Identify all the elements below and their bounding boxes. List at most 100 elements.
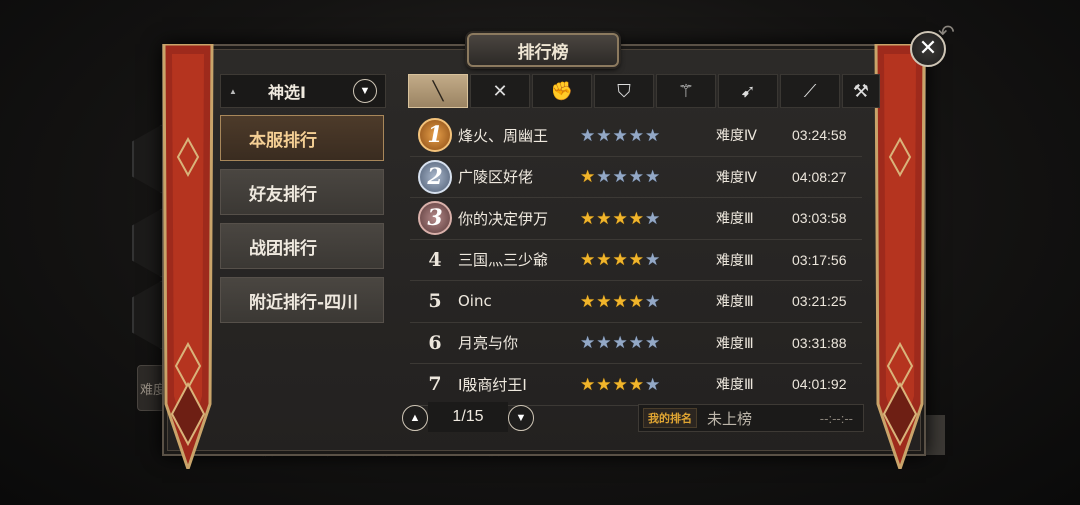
dual-swords-icon: ✕ — [492, 80, 508, 101]
star-rating: ★ ★ ★ ★ ★ — [580, 168, 660, 185]
clear-time: 04:08:27 — [792, 168, 847, 185]
gold-star-icon: ★ — [596, 374, 612, 394]
ranking-row[interactable]: 7 I殷商纣王I ★ ★ ★ ★ ★ 难度Ⅲ 04:01:92 — [410, 364, 862, 406]
star-rating: ★ ★ ★ ★ ★ — [580, 334, 660, 351]
gold-star-icon: ★ — [612, 250, 628, 270]
silver-star-icon: ★ — [612, 167, 628, 187]
rank-number: 6 — [428, 331, 442, 354]
category-label: 好友排行 — [249, 184, 317, 205]
player-name: I殷商纣王I — [458, 375, 527, 394]
rank-number: 7 — [428, 373, 442, 396]
gold-star-icon: ★ — [580, 208, 596, 228]
tab-axe[interactable]: ⚒ — [842, 74, 880, 108]
player-name: 广陵区好佬 — [458, 168, 534, 187]
server-selector-label: 神选Ⅰ — [268, 83, 306, 102]
ranking-row[interactable]: 1 烽火、周幽王 ★ ★ ★ ★ ★ 难度Ⅳ 03:24:58 — [410, 115, 862, 157]
ranking-row[interactable]: 3 你的决定伊万 ★ ★ ★ ★ ★ 难度Ⅲ 03:03:58 — [410, 198, 862, 240]
gold-star-icon: ★ — [596, 250, 612, 270]
difficulty-label: 难度Ⅳ — [716, 169, 757, 186]
rank-number: 4 — [428, 248, 442, 271]
close-button[interactable]: ✕ — [910, 31, 946, 67]
staff-icon: ⚚ — [677, 80, 695, 101]
silver-star-icon: ★ — [596, 167, 612, 187]
panel-title: 排行榜 — [467, 33, 619, 67]
gold-star-icon: ★ — [580, 291, 596, 311]
clear-time: 03:17:56 — [792, 251, 847, 268]
star-rating: ★ ★ ★ ★ ★ — [580, 376, 660, 393]
tab-sword[interactable]: ╲ — [408, 74, 468, 108]
clear-time: 03:03:58 — [792, 210, 847, 227]
ranking-row[interactable]: 5 Oinc ★ ★ ★ ★ ★ 难度Ⅲ 03:21:25 — [410, 281, 862, 323]
close-icon: ✕ — [918, 35, 938, 60]
tab-staff[interactable]: ⚚ — [656, 74, 716, 108]
gold-star-icon: ★ — [580, 167, 596, 187]
clear-time: 04:01:92 — [792, 376, 847, 393]
silver-star-icon: ★ — [628, 125, 644, 145]
silver-star-icon: ★ — [596, 125, 612, 145]
tab-dual-swords[interactable]: ✕ — [470, 74, 530, 108]
difficulty-label: 难度Ⅲ — [716, 211, 754, 228]
ranking-row[interactable]: 6 月亮与你 ★ ★ ★ ★ ★ 难度Ⅲ 03:31:88 — [410, 323, 862, 364]
silver-star-icon: ★ — [628, 167, 644, 187]
ranking-row[interactable]: 4 三国灬三少爺 ★ ★ ★ ★ ★ 难度Ⅲ 03:17:56 — [410, 240, 862, 281]
gold-star-icon: ★ — [580, 374, 596, 394]
chevron-down-icon[interactable]: ▼ — [353, 79, 377, 103]
background-right-box — [925, 415, 945, 455]
gauntlet-icon: ✊ — [550, 80, 574, 101]
page-up-button[interactable]: ▲ — [402, 405, 428, 431]
tab-gauntlet[interactable]: ✊ — [532, 74, 592, 108]
tab-blade[interactable]: ⟋ — [780, 74, 840, 108]
gold-star-icon: ★ — [628, 291, 644, 311]
difficulty-label: 难度Ⅲ — [716, 252, 754, 269]
star-rating: ★ ★ ★ ★ ★ — [580, 210, 660, 227]
category-label: 战团排行 — [249, 238, 317, 259]
gold-star-icon: ★ — [596, 208, 612, 228]
category-guild-ranking[interactable]: 战团排行 — [220, 223, 384, 269]
server-selector[interactable]: ▲ 神选Ⅰ ▼ — [220, 74, 386, 108]
gold-star-icon: ★ — [580, 250, 596, 270]
category-friend-ranking[interactable]: 好友排行 — [220, 169, 384, 215]
category-nearby-ranking[interactable]: 附近排行-四川 — [220, 277, 384, 323]
my-rank-bar: 我的排名 未上榜 --:--:-- — [638, 404, 864, 432]
category-label: 附近排行-四川 — [249, 292, 359, 313]
silver-medal-icon: 2 — [416, 159, 454, 195]
clear-time: 03:31:88 — [792, 334, 847, 351]
bronze-medal-icon: 3 — [416, 200, 454, 236]
my-rank-value: 未上榜 — [707, 409, 753, 428]
silver-star-icon: ★ — [645, 208, 661, 228]
player-name: 烽火、周幽王 — [458, 126, 549, 145]
gold-star-icon: ★ — [628, 374, 644, 394]
page-indicator: 1/15 — [428, 402, 508, 432]
sword-icon: ╲ — [432, 80, 444, 101]
rank-number: 5 — [428, 290, 442, 313]
silver-star-icon: ★ — [628, 333, 644, 353]
silver-star-icon: ★ — [612, 125, 628, 145]
category-server-ranking[interactable]: 本服排行 — [220, 115, 384, 161]
triangle-icon: ▲ — [229, 86, 237, 96]
gold-star-icon: ★ — [612, 208, 628, 228]
silver-star-icon: ★ — [612, 333, 628, 353]
silver-star-icon: ★ — [645, 250, 661, 270]
gold-star-icon: ★ — [596, 291, 612, 311]
silver-star-icon: ★ — [645, 333, 661, 353]
tab-shield-bow[interactable]: ⛉ — [594, 74, 654, 108]
axe-icon: ⚒ — [852, 80, 870, 101]
difficulty-label: 难度Ⅲ — [716, 294, 754, 311]
ranking-list: 1 烽火、周幽王 ★ ★ ★ ★ ★ 难度Ⅳ 03:24:58 2 广陵区好佬 ★ ★ ★ ★… — [410, 115, 862, 406]
difficulty-label: 难度Ⅲ — [716, 335, 754, 352]
weapon-tabs: ╲ ✕ ✊ ⛉ ⚚ ➹ ⟋ ⚒ — [408, 74, 880, 108]
shield-bow-icon: ⛉ — [617, 80, 631, 101]
player-name: Oinc — [458, 292, 492, 311]
my-rank-time: --:--:-- — [819, 410, 853, 426]
silver-star-icon: ★ — [596, 333, 612, 353]
blade-icon: ⟋ — [803, 80, 817, 101]
category-label: 本服排行 — [249, 130, 317, 151]
silver-star-icon: ★ — [580, 333, 596, 353]
tab-bow[interactable]: ➹ — [718, 74, 778, 108]
ranking-row[interactable]: 2 广陵区好佬 ★ ★ ★ ★ ★ 难度Ⅳ 04:08:27 — [410, 157, 862, 198]
star-rating: ★ ★ ★ ★ ★ — [580, 127, 660, 144]
gold-star-icon: ★ — [612, 291, 628, 311]
chevron-up-icon: ▲ — [409, 412, 421, 424]
player-name: 你的决定伊万 — [458, 209, 549, 228]
page-down-button[interactable]: ▼ — [508, 405, 534, 431]
